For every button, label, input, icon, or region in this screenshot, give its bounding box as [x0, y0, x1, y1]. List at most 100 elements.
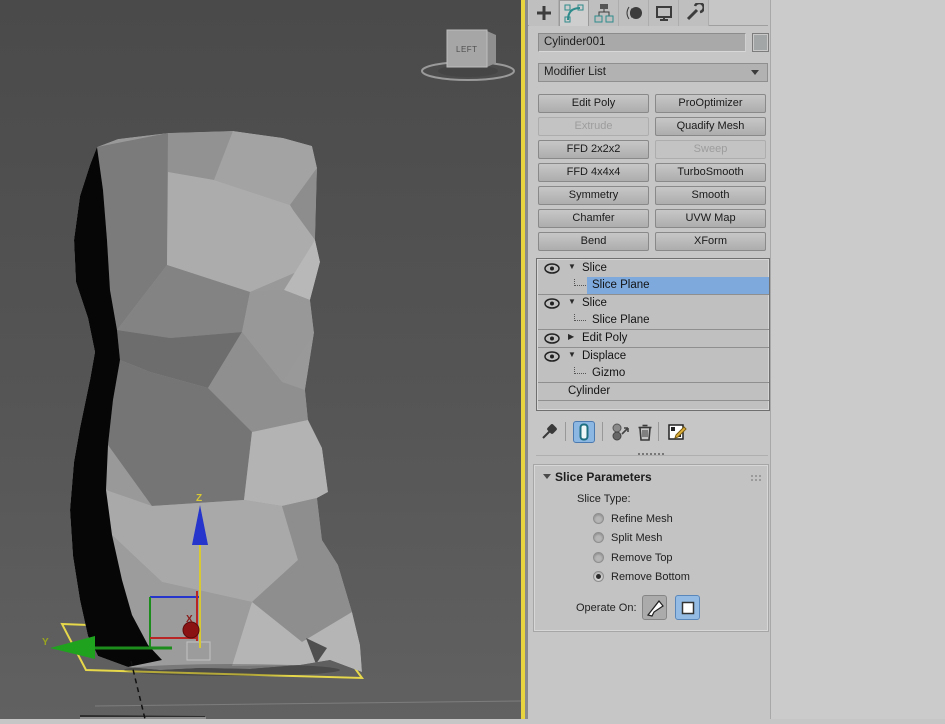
- viewport-left-view[interactable]: Z Y X LEFT: [0, 0, 521, 719]
- tab-utilities[interactable]: [679, 0, 709, 26]
- tab-create[interactable]: [529, 0, 559, 26]
- radio-remove-bottom-label[interactable]: Remove Bottom: [611, 571, 690, 583]
- viewcube[interactable]: LEFT: [422, 30, 514, 80]
- chevron-down-icon: [751, 70, 759, 75]
- tab-motion[interactable]: [619, 0, 649, 26]
- modifier-button-prooptimizer[interactable]: ProOptimizer: [655, 94, 766, 113]
- eye-icon[interactable]: [544, 298, 560, 309]
- rollout-title: Slice Parameters: [555, 470, 652, 484]
- radio-refine-mesh-label[interactable]: Refine Mesh: [611, 513, 673, 525]
- caret-down-icon[interactable]: ▼: [568, 350, 576, 359]
- viewcube-face-label: LEFT: [456, 45, 478, 54]
- modifier-button-xform[interactable]: XForm: [655, 232, 766, 251]
- make-unique-button[interactable]: [610, 421, 632, 443]
- pin-stack-button[interactable]: [538, 421, 560, 443]
- motion-icon: [624, 3, 644, 23]
- x-axis-label: X: [186, 614, 193, 625]
- stack-separator: [538, 400, 769, 401]
- stack-row-gizmo[interactable]: Gizmo: [538, 365, 769, 382]
- viewcube-side-face: [487, 31, 496, 67]
- caret-down-icon[interactable]: ▼: [568, 262, 576, 271]
- face-select-icon: [645, 598, 665, 618]
- collapse-arrow-icon: [543, 474, 551, 479]
- modifier-button-chamfer[interactable]: Chamfer: [538, 209, 649, 228]
- plus-icon: [534, 3, 554, 23]
- command-panel: Cylinder001 Modifier List Edit Poly ProO…: [528, 0, 770, 719]
- show-end-result-icon: [577, 423, 591, 441]
- modifier-button-sweep: Sweep: [655, 140, 766, 159]
- radio-split-mesh-label[interactable]: Split Mesh: [611, 532, 662, 544]
- toolbar-divider: [602, 422, 603, 441]
- eye-icon[interactable]: [544, 263, 560, 274]
- rollout-separator: [536, 455, 768, 456]
- y-axis-label: Y: [42, 637, 49, 648]
- modifier-list-dropdown[interactable]: Modifier List: [538, 63, 768, 82]
- y-axis-arrow: [50, 636, 95, 659]
- modify-icon: [564, 4, 584, 24]
- grid-line-major: [80, 716, 205, 717]
- panel-empty-area: [770, 0, 945, 719]
- configure-modifier-sets-button[interactable]: [666, 421, 688, 443]
- object-shadow: [124, 664, 340, 676]
- eye-icon[interactable]: [544, 351, 560, 362]
- polygon-select-icon: [678, 598, 698, 618]
- rollout-drag-handle[interactable]: [638, 453, 664, 455]
- radio-remove-bottom[interactable]: [593, 571, 604, 582]
- modifier-stack-list: ▼ Slice Slice Plane ▼ Slice Slice Plane: [536, 258, 770, 411]
- slice-type-label: Slice Type:: [577, 493, 631, 505]
- viewport-canvas: Z Y X LEFT: [0, 0, 521, 719]
- grid-line: [95, 701, 521, 706]
- tab-hierarchy[interactable]: [589, 0, 619, 26]
- modifier-button-bend[interactable]: Bend: [538, 232, 649, 251]
- wrench-icon: [684, 3, 704, 23]
- radio-remove-top[interactable]: [593, 552, 604, 563]
- make-unique-icon: [611, 422, 631, 442]
- hierarchy-icon: [594, 3, 614, 23]
- operate-on-polygons-button[interactable]: [675, 595, 700, 620]
- modifier-button-ffd-2x2x2[interactable]: FFD 2x2x2: [538, 140, 649, 159]
- modifier-button-edit-poly[interactable]: Edit Poly: [538, 94, 649, 113]
- operate-on-label: Operate On:: [576, 602, 637, 614]
- object-color-swatch[interactable]: [752, 33, 769, 52]
- modifier-button-symmetry[interactable]: Symmetry: [538, 186, 649, 205]
- 3dsmax-window: Z Y X LEFT: [0, 0, 945, 719]
- stack-row-edit-poly[interactable]: ▶ Edit Poly: [538, 330, 769, 347]
- toolbar-divider: [565, 422, 566, 441]
- modifier-button-quadify-mesh[interactable]: Quadify Mesh: [655, 117, 766, 136]
- configure-sets-icon: [667, 422, 687, 442]
- object-name-field[interactable]: Cylinder001: [538, 33, 746, 52]
- trash-icon: [637, 423, 653, 441]
- eye-icon[interactable]: [544, 333, 560, 344]
- tab-modify[interactable]: [559, 0, 589, 26]
- pin-icon: [540, 423, 558, 441]
- modifier-button-extrude: Extrude: [538, 117, 649, 136]
- caret-right-icon[interactable]: ▶: [568, 332, 574, 341]
- stack-row-slice-2[interactable]: ▼ Slice: [538, 295, 769, 312]
- stack-row-cylinder[interactable]: Cylinder: [538, 383, 769, 400]
- stack-row-displace[interactable]: ▼ Displace: [538, 348, 769, 365]
- command-panel-tabs: [528, 0, 770, 26]
- grip-dots-icon: [751, 475, 753, 477]
- caret-down-icon[interactable]: ▼: [568, 297, 576, 306]
- remove-modifier-button[interactable]: [634, 421, 656, 443]
- slice-parameters-rollout: Slice Parameters Slice Type: Refine Mesh…: [534, 465, 768, 631]
- display-icon: [654, 3, 674, 23]
- stack-row-slice-plane-1[interactable]: Slice Plane: [538, 277, 769, 294]
- stack-row-slice-1[interactable]: ▼ Slice: [538, 260, 769, 277]
- tab-display[interactable]: [649, 0, 679, 26]
- toolbar-divider: [658, 422, 659, 441]
- radio-remove-top-label[interactable]: Remove Top: [611, 552, 673, 564]
- modifier-button-smooth[interactable]: Smooth: [655, 186, 766, 205]
- stack-row-slice-plane-2[interactable]: Slice Plane: [538, 312, 769, 329]
- tree-branch: [574, 314, 586, 321]
- radio-refine-mesh[interactable]: [593, 513, 604, 524]
- show-end-result-button[interactable]: [573, 421, 595, 443]
- modifier-button-uvw-map[interactable]: UVW Map: [655, 209, 766, 228]
- radio-split-mesh[interactable]: [593, 532, 604, 543]
- cylinder-mesh[interactable]: [70, 131, 362, 672]
- modifier-button-turbosmooth[interactable]: TurboSmooth: [655, 163, 766, 182]
- operate-on-faces-button[interactable]: [642, 595, 667, 620]
- rollout-header[interactable]: Slice Parameters: [535, 468, 767, 486]
- tree-branch: [574, 367, 586, 374]
- modifier-button-ffd-4x4x4[interactable]: FFD 4x4x4: [538, 163, 649, 182]
